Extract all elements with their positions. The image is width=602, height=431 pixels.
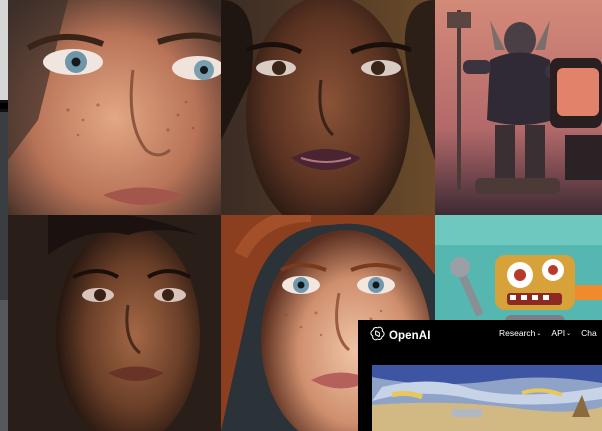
openai-home-link[interactable]: OpenAI <box>370 326 431 346</box>
background-window-edge <box>0 0 8 431</box>
openai-logo-icon <box>370 326 385 346</box>
nav-item-api[interactable]: API⌄ <box>551 328 571 338</box>
nav-api-label: API <box>551 328 566 338</box>
openai-nav: Research⌄ API⌄ Cha <box>499 328 597 338</box>
openai-hero-image <box>372 365 602 431</box>
nav-chat-label: Cha <box>581 328 597 338</box>
chevron-down-icon: ⌄ <box>536 331 542 337</box>
chevron-down-icon: ⌄ <box>566 331 572 337</box>
nav-item-research[interactable]: Research⌄ <box>499 328 541 338</box>
nav-research-label: Research <box>499 328 536 338</box>
collage-tile-portrait-soft-light <box>8 215 221 431</box>
openai-header: OpenAI Research⌄ API⌄ Cha <box>358 320 602 348</box>
openai-brand-name: OpenAI <box>389 330 431 342</box>
collage-tile-portrait-glossy-lips <box>221 0 435 215</box>
nav-item-chat[interactable]: Cha <box>581 328 597 338</box>
collage-tile-portrait-blue-eyes <box>8 0 221 215</box>
openai-website-window: OpenAI Research⌄ API⌄ Cha <box>358 320 602 431</box>
collage-tile-robot-warrior <box>435 0 602 215</box>
